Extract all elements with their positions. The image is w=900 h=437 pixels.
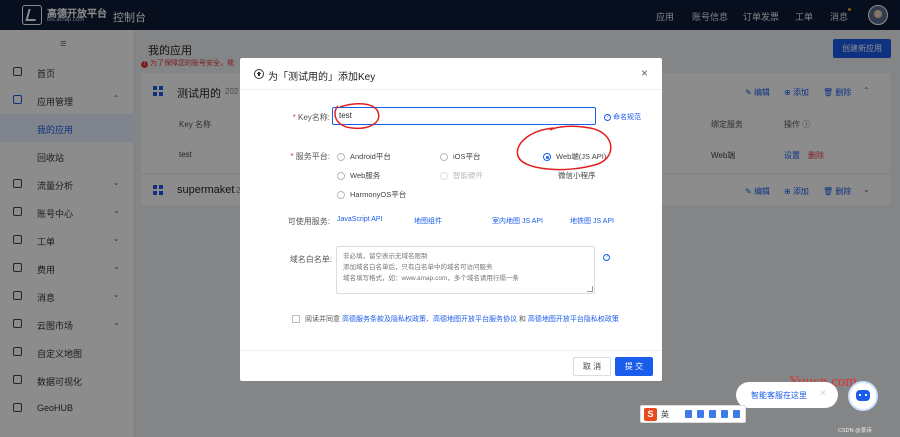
naming-rules-link[interactable]: ? 命名规范 xyxy=(604,112,641,122)
radio-ios[interactable]: iOS平台 xyxy=(440,151,481,162)
whitelist-label: 域名白名单: xyxy=(289,255,332,264)
sogou-icon[interactable]: S xyxy=(644,408,657,421)
chat-text: 智能客服在这里 xyxy=(751,391,807,400)
red-circle-annotation xyxy=(334,102,380,130)
agreement-link-privacy[interactable]: 高德地图开放平台隐私权政策 xyxy=(528,316,619,323)
radio-label: Android平台 xyxy=(350,152,391,161)
add-key-modal: 为「测试用的」添加Key × * Key名称: test ? 命名规范 * 服务平… xyxy=(240,58,662,381)
question-icon: ? xyxy=(604,113,611,121)
skin-icon[interactable] xyxy=(709,410,716,418)
service-link-subway-map[interactable]: 地铁图 JS API xyxy=(570,216,614,226)
ime-language[interactable]: 英 xyxy=(661,409,669,420)
whitelist-textarea[interactable] xyxy=(336,246,595,294)
available-services-label: 可使用服务: xyxy=(287,217,330,226)
robot-icon[interactable] xyxy=(848,381,878,411)
close-icon[interactable]: × xyxy=(641,66,648,80)
agreement-checkbox[interactable] xyxy=(292,315,300,324)
ime-toolbar[interactable]: S 英 xyxy=(640,405,746,423)
mic-icon[interactable] xyxy=(685,410,692,418)
agree-prefix: 阅读并同意 xyxy=(305,316,340,323)
radio-label: 智能硬件 xyxy=(453,171,483,180)
platform-label: * 服务平台: xyxy=(290,152,330,161)
submit-button[interactable]: 提 交 xyxy=(615,357,653,376)
cancel-button[interactable]: 取 消 xyxy=(573,357,611,376)
radio-circle xyxy=(337,172,345,181)
key-name-label: * Key名称: xyxy=(292,113,330,122)
service-link-indoor-map[interactable]: 室内地图 JS API xyxy=(492,216,543,226)
naming-rules-text: 命名规范 xyxy=(613,114,641,121)
question-icon: ? xyxy=(603,254,610,261)
keyboard-icon[interactable] xyxy=(697,410,704,418)
radio-harmonyos[interactable]: HarmonyOS平台 xyxy=(337,189,406,200)
radio-smart-hardware: 智能硬件 xyxy=(440,170,483,181)
grid-icon[interactable] xyxy=(733,410,740,418)
footer-mark: CSDN @景诗 xyxy=(838,428,872,434)
agreement-link-service[interactable]: 高德地图开放平台服务协议 xyxy=(433,316,517,323)
modal-title: 为「测试用的」添加Key xyxy=(268,72,376,83)
whitelist-help-icon[interactable]: ? xyxy=(603,254,612,261)
platform-label-text: 服务平台: xyxy=(295,152,330,161)
agree-and: 和 xyxy=(518,316,526,323)
red-circle-annotation xyxy=(516,125,612,171)
agreement-link-terms[interactable]: 高德服务条款及隐私权政策 xyxy=(342,316,426,323)
agreement-row: 阅读并同意 高德服务条款及隐私权政策、高德地图开放平台服务协议 和 高德地图开放… xyxy=(292,314,619,324)
radio-label: Web服务 xyxy=(350,171,381,180)
service-link-jsapi[interactable]: JavaScript API xyxy=(337,216,383,223)
toolbox-icon[interactable] xyxy=(721,410,728,418)
radio-circle xyxy=(440,172,448,181)
plus-circle-icon xyxy=(254,69,264,79)
key-name-label-text: Key名称: xyxy=(297,113,330,122)
radio-android[interactable]: Android平台 xyxy=(337,151,391,162)
chat-bubble[interactable]: 智能客服在这里 × xyxy=(736,382,838,408)
close-icon[interactable]: × xyxy=(820,388,826,399)
radio-label: iOS平台 xyxy=(453,152,481,161)
resize-handle[interactable] xyxy=(587,286,593,292)
radio-web-service[interactable]: Web服务 xyxy=(337,170,380,181)
radio-circle xyxy=(337,153,345,162)
radio-circle xyxy=(440,153,448,162)
radio-label: HarmonyOS平台 xyxy=(350,190,407,199)
modal-header: 为「测试用的」添加Key × xyxy=(240,58,662,90)
service-link-map-component[interactable]: 地图组件 xyxy=(414,216,442,226)
radio-circle xyxy=(337,191,345,200)
